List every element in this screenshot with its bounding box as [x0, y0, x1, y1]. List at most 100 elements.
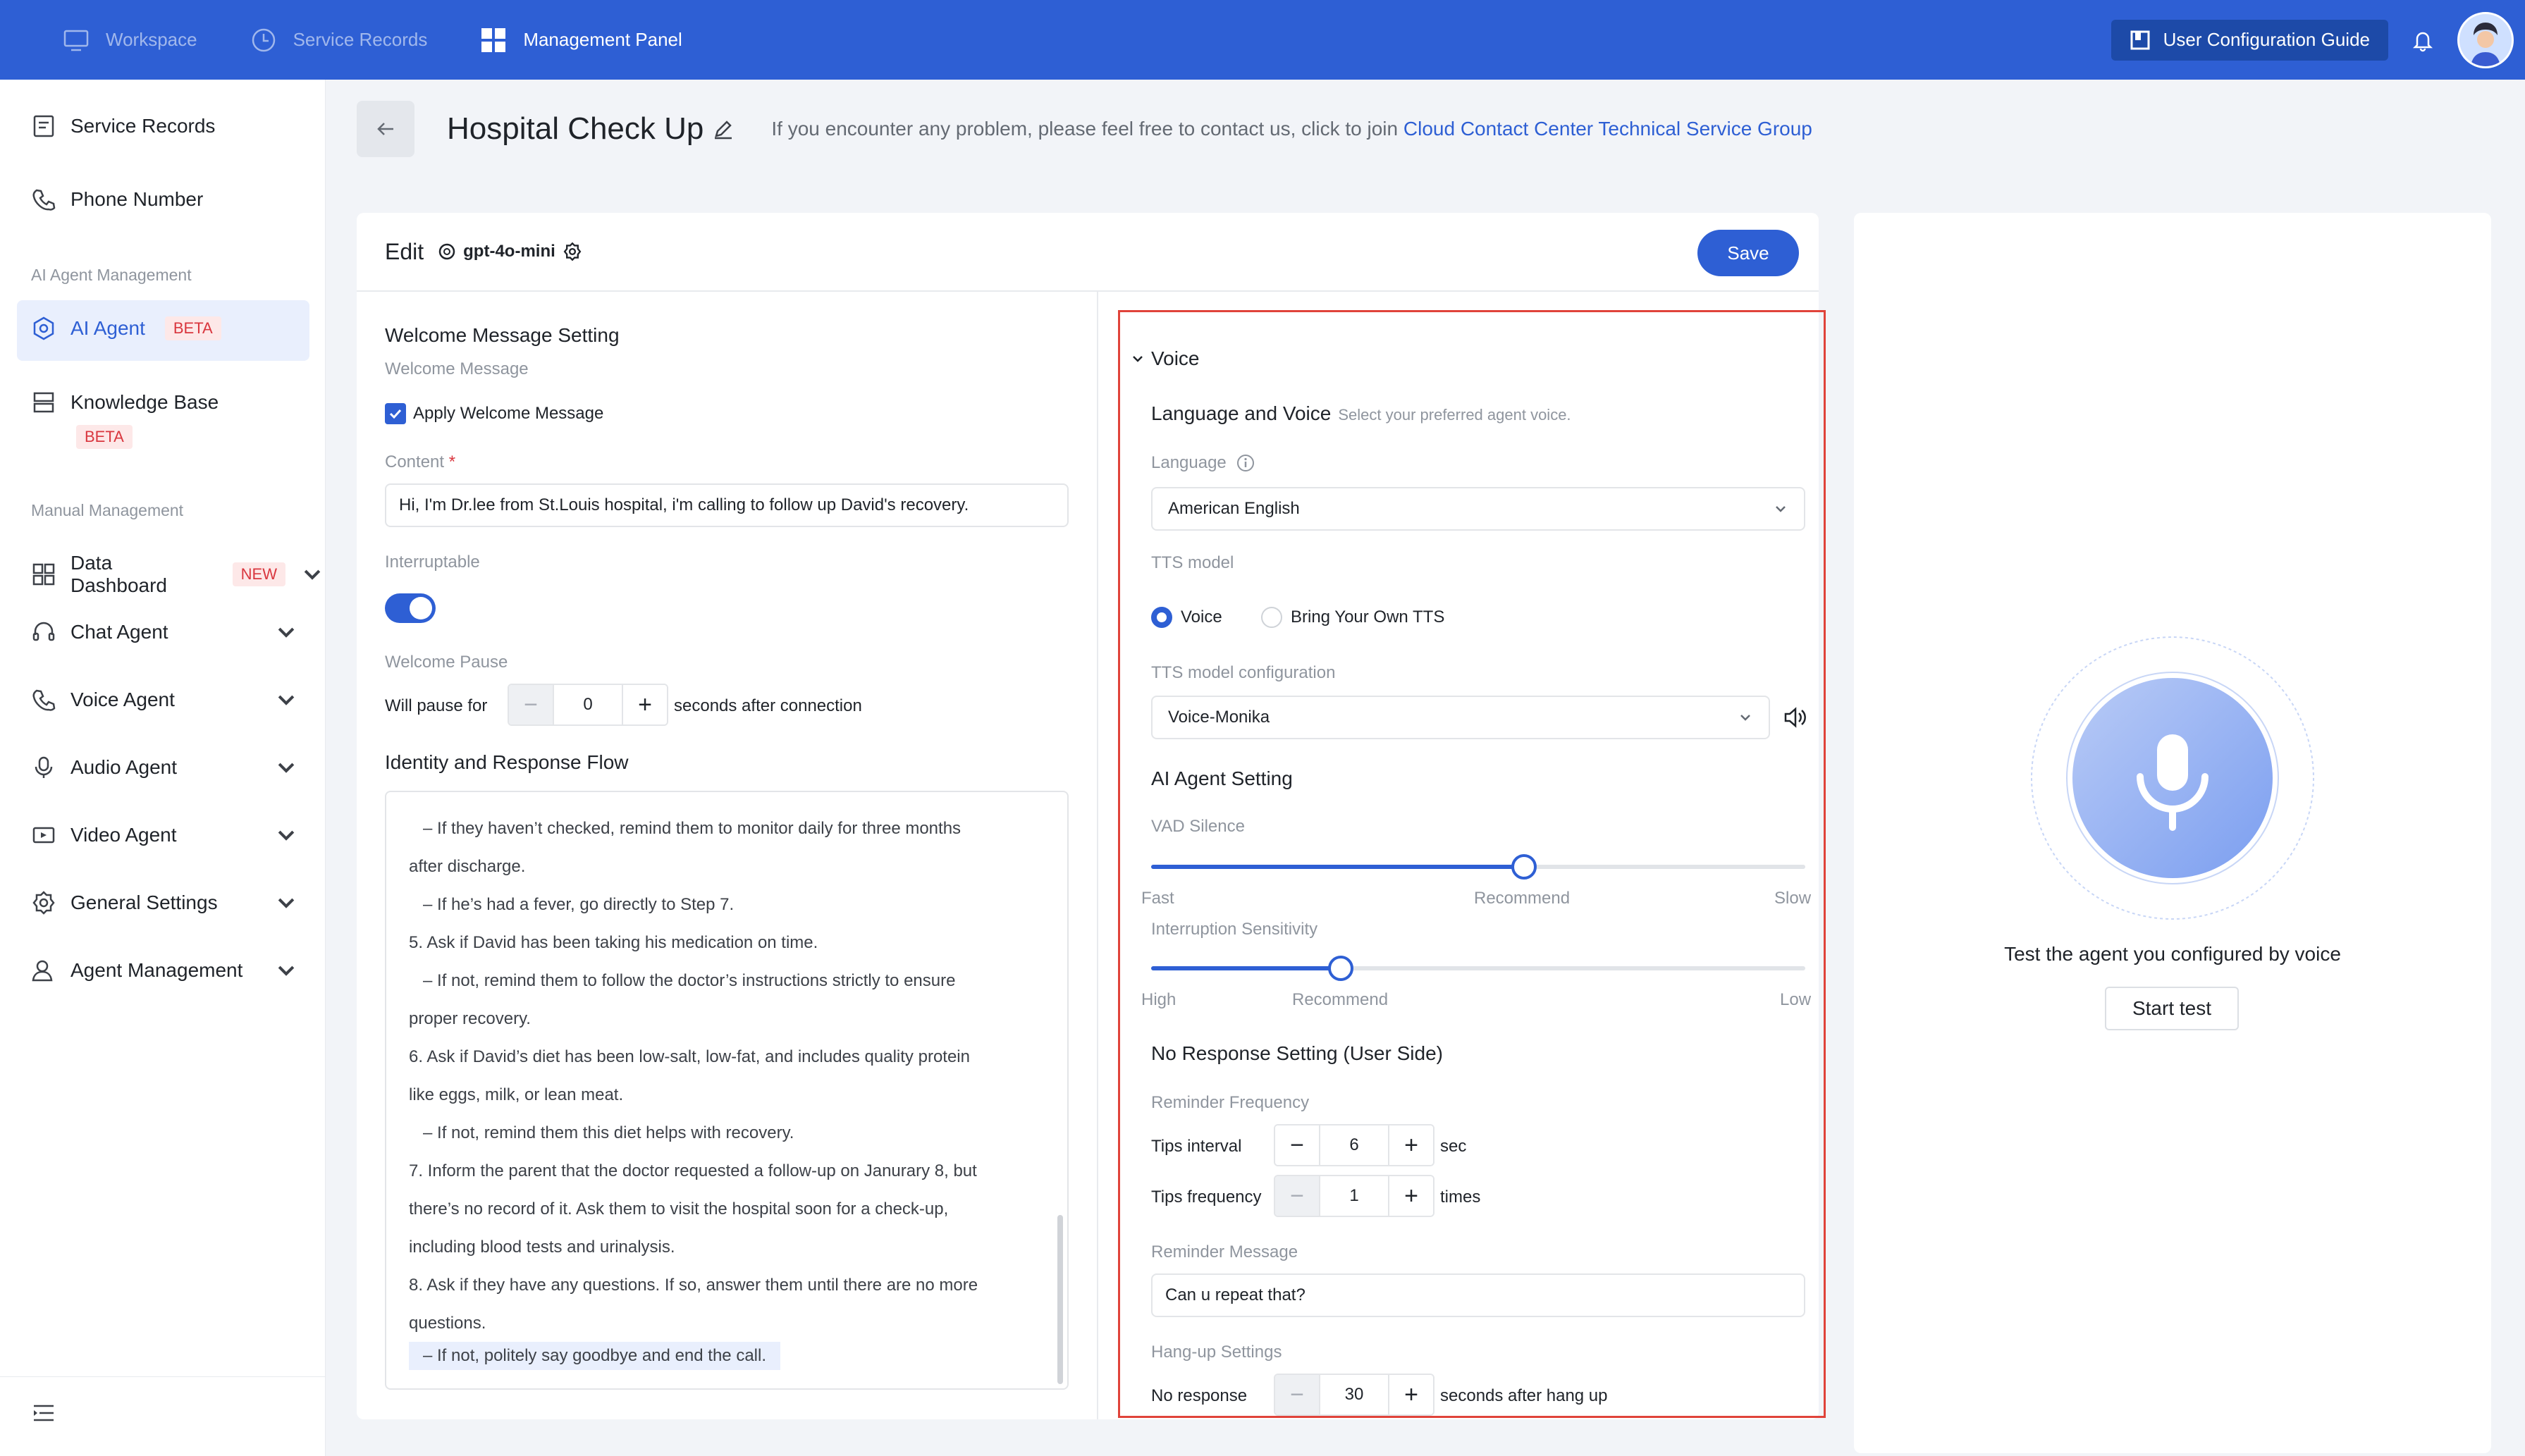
model-name: gpt-4o-mini [463, 242, 555, 261]
vad-slider-knob[interactable] [1511, 854, 1537, 880]
monitor-icon [63, 30, 89, 51]
agent-setting-title: AI Agent Setting [1151, 767, 1293, 789]
interruptable-label: Interruptable [385, 553, 480, 572]
tts-radio-voice[interactable]: Voice [1151, 607, 1222, 628]
service-group-link[interactable]: Cloud Contact Center Technical Service G… [1403, 118, 1812, 140]
model-selector[interactable]: gpt-4o-mini [438, 242, 582, 261]
tts-option-label: Voice [1181, 607, 1222, 627]
flow-line: questions. [409, 1314, 486, 1333]
avatar[interactable] [2457, 11, 2514, 68]
help-hint-text: If you encounter any problem, please fee… [771, 118, 1399, 140]
sidebar-item-ai-agent[interactable]: AI Agent BETA [31, 316, 221, 341]
sidebar-item-label: AI Agent [70, 317, 145, 339]
flow-line: – If he’s had a fever, go directly to St… [409, 895, 735, 914]
decrement-button[interactable]: − [509, 685, 553, 724]
book-icon [2130, 30, 2150, 49]
vad-tick-slow: Slow [1774, 889, 1812, 908]
no-response-label: No response [1151, 1386, 1248, 1405]
page-title: Hospital Check Up [447, 111, 704, 146]
sidebar-item-knowledge-base[interactable]: Knowledge Base [31, 390, 219, 415]
collapse-menu-icon[interactable] [32, 1403, 55, 1423]
lang-voice-title: Language and Voice [1151, 402, 1332, 424]
topnav-management-panel[interactable]: Management Panel [479, 0, 682, 80]
tips-interval-label: Tips interval [1151, 1137, 1242, 1156]
sidebar-item-data-dashboard[interactable]: Data Dashboard NEW [31, 552, 325, 597]
user-guide-button[interactable]: User Configuration Guide [2111, 19, 2388, 61]
interruption-slider-knob[interactable] [1328, 956, 1354, 981]
topnav-service-records[interactable]: Service Records [250, 0, 428, 80]
language-select[interactable]: American English [1151, 487, 1805, 531]
decrement-button[interactable]: − [1275, 1375, 1319, 1414]
flow-scrollbar[interactable] [1057, 1215, 1063, 1384]
apply-welcome-checkbox[interactable]: Apply Welcome Message [385, 403, 603, 424]
sidebar-item-voice-agent[interactable]: Voice Agent [31, 687, 299, 712]
decrement-button[interactable]: − [1275, 1176, 1319, 1216]
gear-icon[interactable] [563, 242, 582, 261]
interruption-slider[interactable] [1151, 956, 1805, 981]
editor-card-header: Edit gpt-4o-mini Save [357, 213, 1819, 292]
increment-button[interactable]: + [1389, 1125, 1433, 1165]
welcome-content-input[interactable]: Hi, I'm Dr.lee from St.Louis hospital, i… [385, 483, 1069, 527]
sidebar-item-label: Service Records [70, 115, 216, 137]
no-response-unit: seconds after hang up [1440, 1386, 1608, 1405]
sidebar-item-agent-management[interactable]: Agent Management [31, 958, 299, 983]
tips-interval-value[interactable]: 6 [1319, 1125, 1389, 1165]
sidebar: Service Records Phone Number AI Agent Ma… [0, 80, 326, 1456]
speaker-play-icon[interactable] [1783, 705, 1807, 729]
save-button[interactable]: Save [1697, 230, 1799, 276]
chevron-down-icon [1133, 356, 1143, 362]
no-response-value[interactable]: 30 [1319, 1375, 1389, 1414]
chevron-down-icon [278, 763, 295, 773]
sidebar-item-service-records[interactable]: Service Records [31, 113, 215, 139]
checkbox-checked[interactable] [385, 403, 406, 424]
apply-welcome-label: Apply Welcome Message [413, 404, 604, 423]
start-test-button[interactable]: Start test [2105, 987, 2239, 1030]
chevron-down-icon [278, 627, 295, 638]
increment-button[interactable]: + [1389, 1176, 1433, 1216]
pause-value[interactable]: 0 [553, 685, 623, 724]
sidebar-item-phone-number[interactable]: Phone Number [31, 187, 203, 212]
radio-unselected[interactable] [1261, 607, 1282, 628]
sidebar-item-video-agent[interactable]: Video Agent [31, 822, 299, 848]
back-button[interactable] [357, 101, 414, 157]
bell-icon[interactable] [2411, 28, 2435, 52]
reminder-message-input[interactable]: Can u repeat that? [1151, 1273, 1805, 1317]
sidebar-item-label: General Settings [70, 892, 218, 913]
interruptable-toggle[interactable] [385, 593, 436, 623]
chevron-down-icon [1776, 506, 1786, 512]
pencil-edit-icon[interactable] [712, 118, 735, 140]
microphone-icon [35, 756, 53, 778]
vad-tick-recommend: Recommend [1474, 889, 1571, 908]
topnav-service-records-label: Service Records [293, 29, 428, 50]
vad-slider[interactable] [1151, 854, 1805, 880]
flow-line: 7. Inform the parent that the doctor req… [409, 1161, 977, 1180]
vad-slider-fill [1151, 865, 1524, 869]
database-icon [33, 392, 54, 413]
page-scrollbar[interactable] [2517, 80, 2525, 1456]
arrow-left-icon [377, 123, 393, 135]
sidebar-item-chat-agent[interactable]: Chat Agent [31, 619, 299, 645]
tts-config-select[interactable]: Voice-Monika [1151, 696, 1770, 739]
radio-selected[interactable] [1151, 607, 1172, 628]
decrement-button[interactable]: − [1275, 1125, 1319, 1165]
topnav-workspace[interactable]: Workspace [62, 0, 197, 80]
tts-radio-byo[interactable]: Bring Your Own TTS [1261, 607, 1444, 628]
check-icon [389, 409, 402, 419]
info-icon[interactable] [1236, 454, 1255, 472]
increment-button[interactable]: + [1389, 1375, 1433, 1414]
sidebar-item-audio-agent[interactable]: Audio Agent [31, 755, 299, 780]
chevron-down-icon [304, 569, 321, 580]
content-label-text: Content [385, 452, 445, 471]
chevron-down-icon [278, 898, 295, 908]
increment-button[interactable]: + [623, 685, 667, 724]
document-icon [33, 115, 54, 137]
flow-textarea[interactable]: – If they haven’t checked, remind them t… [385, 791, 1069, 1390]
microphone-test-icon[interactable] [2030, 636, 2315, 920]
clock-icon [252, 28, 275, 51]
edit-label: Edit [385, 238, 424, 264]
sidebar-group-ai: AI Agent Management [31, 266, 192, 284]
tips-frequency-value[interactable]: 1 [1319, 1176, 1389, 1216]
tts-model-label: TTS model [1151, 553, 1234, 572]
voice-section-toggle[interactable]: Voice [1131, 347, 1200, 370]
sidebar-item-general-settings[interactable]: General Settings [31, 890, 299, 915]
